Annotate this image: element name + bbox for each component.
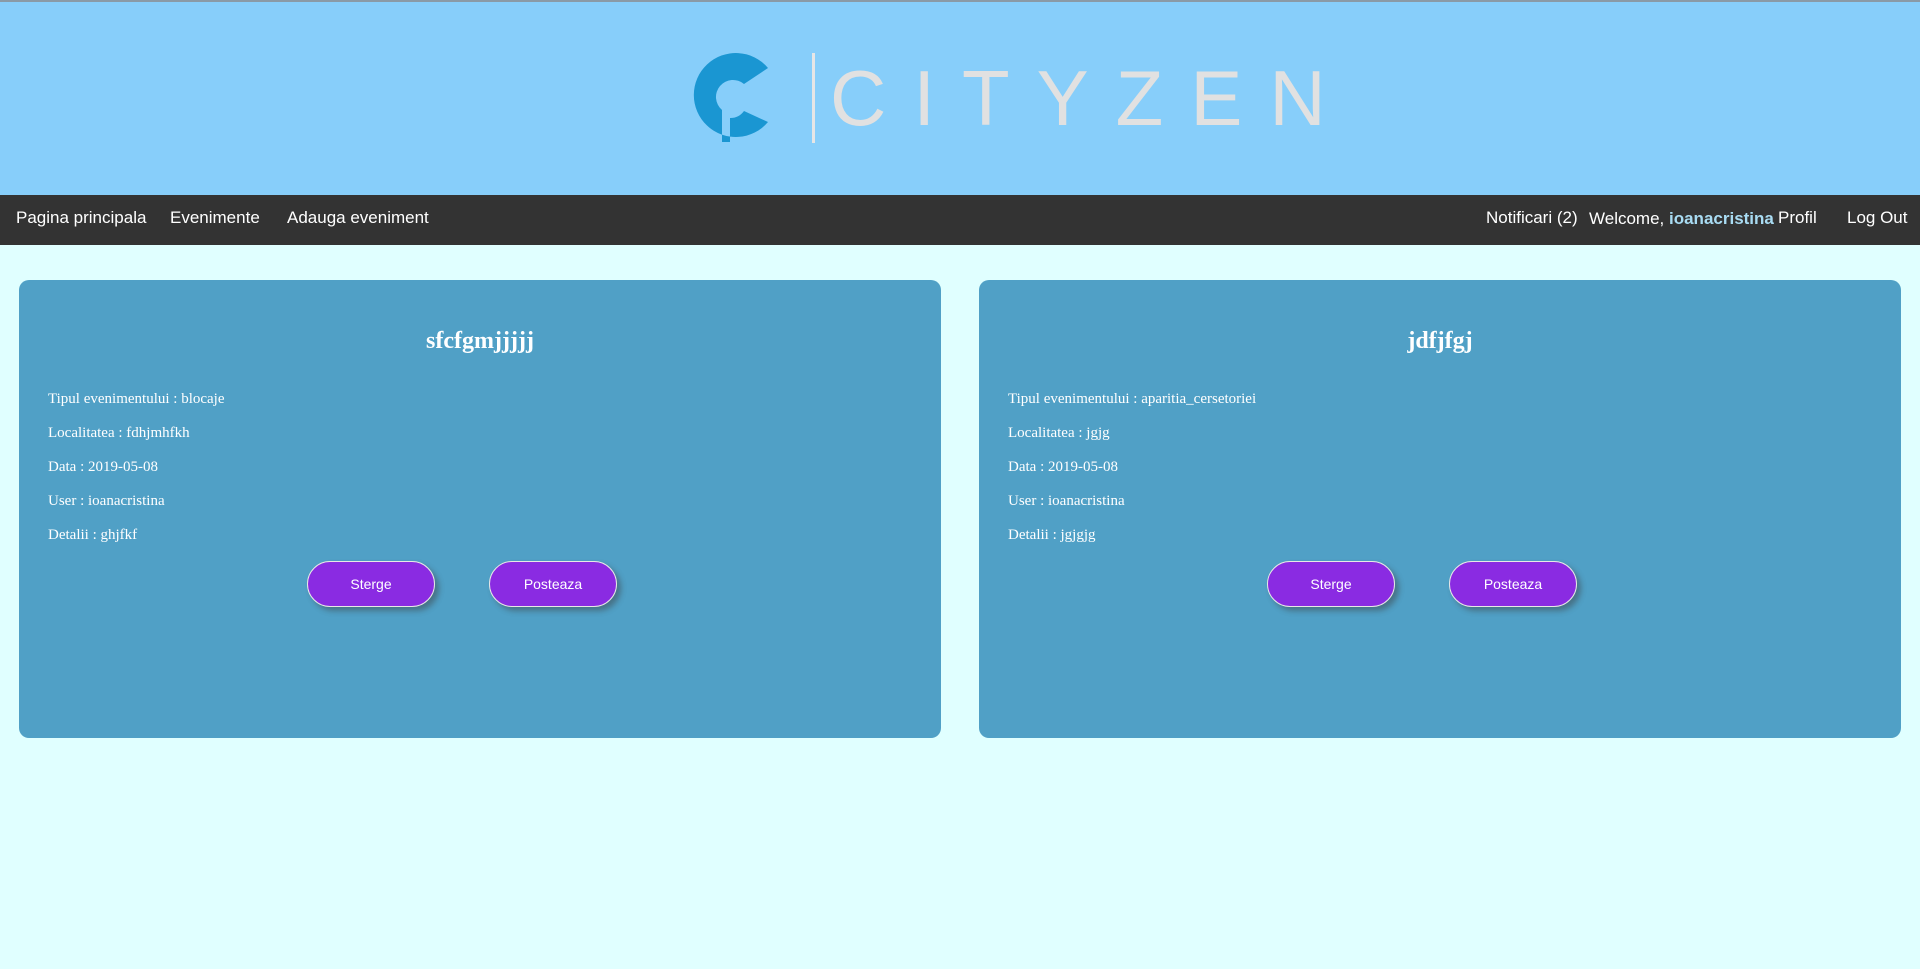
event-location: Localitatea : fdhjmhfkh (48, 425, 190, 441)
post-event-button[interactable]: Posteaza (489, 561, 617, 607)
nav-add-event-link[interactable]: Adauga eveniment (287, 208, 429, 228)
nav-notifications-link[interactable]: Notificari (2) (1486, 208, 1578, 228)
nav-events-link[interactable]: Evenimente (170, 208, 260, 228)
welcome-prefix: Welcome, (1589, 209, 1669, 228)
event-user: User : ioanacristina (1008, 493, 1125, 509)
event-type: Tipul evenimentului : blocaje (48, 391, 225, 407)
nav-home-link[interactable]: Pagina principala (16, 208, 146, 228)
event-title: sfcfgmjjjjj (426, 328, 534, 354)
delete-event-button[interactable]: Sterge (1267, 561, 1395, 607)
event-date: Data : 2019-05-08 (48, 459, 158, 475)
post-event-button[interactable]: Posteaza (1449, 561, 1577, 607)
welcome-message: Welcome, ioanacristina (1589, 209, 1774, 229)
delete-event-button[interactable]: Sterge (307, 561, 435, 607)
event-card: sfcfgmjjjjj Tipul evenimentului : blocaj… (19, 280, 941, 738)
event-location: Localitatea : jgjg (1008, 425, 1110, 441)
event-title: jdfjfgj (1407, 328, 1473, 354)
logo-divider (812, 53, 815, 143)
site-header: CITYZEN (0, 2, 1920, 195)
logo-wordmark: CITYZEN (830, 54, 1353, 142)
event-details: Detalii : ghjfkf (48, 527, 138, 543)
cityzen-logo[interactable]: CITYZEN (684, 50, 1326, 150)
event-type: Tipul evenimentului : aparitia_cersetori… (1008, 391, 1257, 407)
welcome-username: ioanacristina (1669, 209, 1774, 228)
main-navbar: Pagina principala Evenimente Adauga even… (0, 195, 1920, 245)
cityzen-logo-icon (693, 53, 768, 142)
nav-logout-link[interactable]: Log Out (1847, 208, 1908, 228)
event-details: Detalii : jgjgjg (1008, 527, 1096, 543)
nav-profile-link[interactable]: Profil (1778, 208, 1817, 228)
event-card: jdfjfgj Tipul evenimentului : aparitia_c… (979, 280, 1901, 738)
event-user: User : ioanacristina (48, 493, 165, 509)
event-date: Data : 2019-05-08 (1008, 459, 1118, 475)
